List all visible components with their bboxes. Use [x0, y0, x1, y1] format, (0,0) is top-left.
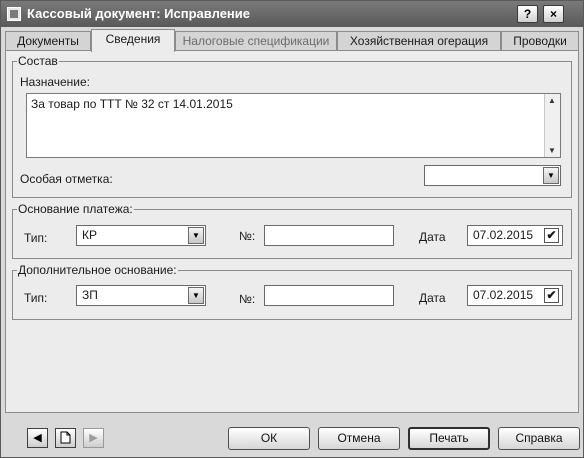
app-icon	[7, 7, 21, 21]
tab-entries[interactable]: Проводки	[501, 31, 579, 51]
payment-date-checkbox[interactable]: ✔	[544, 228, 559, 243]
purpose-textarea[interactable]: За товар по ТТТ № 32 ст 14.01.2015 ▲ ▼	[26, 93, 561, 158]
additional-number-input[interactable]	[264, 285, 394, 306]
footer-bar: ◀ ▶ ОК Отмена Печать Справка	[5, 414, 580, 455]
additional-date-label: Дата	[419, 291, 446, 305]
chevron-down-icon[interactable]: ▼	[188, 227, 204, 244]
close-button[interactable]: ×	[543, 5, 564, 23]
payment-date-input[interactable]: 07.02.2015 ✔	[467, 225, 563, 246]
tab-documents[interactable]: Документы	[5, 31, 91, 51]
additional-date-value: 07.02.2015	[473, 288, 534, 302]
title-bar[interactable]: Кассовый документ: Исправление ? ×	[1, 1, 583, 27]
help-button[interactable]: ?	[517, 5, 538, 23]
special-mark-label: Особая отметка:	[20, 172, 113, 186]
additional-date-input[interactable]: 07.02.2015 ✔	[467, 285, 563, 306]
payment-date-value: 07.02.2015	[473, 228, 534, 242]
tab-content-panel: Состав Назначение: За товар по ТТТ № 32 …	[5, 50, 579, 413]
additional-type-select[interactable]: ЗП ▼	[76, 285, 206, 306]
ok-button[interactable]: ОК	[228, 427, 310, 450]
purpose-scrollbar[interactable]: ▲ ▼	[544, 94, 560, 157]
tab-details[interactable]: Сведения	[91, 29, 175, 52]
payment-type-value: КР	[82, 228, 97, 242]
scroll-up-icon[interactable]: ▲	[548, 96, 556, 105]
purpose-text: За товар по ТТТ № 32 ст 14.01.2015	[31, 97, 233, 111]
forward-arrow-icon[interactable]: ▶	[83, 428, 104, 448]
additional-basis-legend: Дополнительное основание:	[18, 263, 177, 277]
payment-number-input[interactable]	[264, 225, 394, 246]
document-icon[interactable]	[55, 428, 76, 448]
composition-legend: Состав	[18, 54, 58, 68]
back-arrow-icon[interactable]: ◀	[27, 428, 48, 448]
additional-type-label: Тип:	[24, 291, 48, 305]
print-button[interactable]: Печать	[408, 427, 490, 450]
tab-business-operation[interactable]: Хозяйственная огерация	[337, 31, 501, 51]
help-footer-button[interactable]: Справка	[498, 427, 580, 450]
purpose-label: Назначение:	[20, 75, 91, 89]
additional-number-label: №:	[239, 292, 256, 306]
scroll-down-icon[interactable]: ▼	[548, 146, 556, 155]
cancel-button[interactable]: Отмена	[318, 427, 400, 450]
chevron-down-icon[interactable]: ▼	[543, 167, 559, 184]
tab-bar: Документы Сведения Налоговые спецификаци…	[5, 29, 579, 52]
payment-number-label: №:	[239, 229, 256, 243]
special-mark-select[interactable]: ▼	[424, 165, 561, 186]
additional-type-value: ЗП	[82, 288, 98, 302]
additional-date-checkbox[interactable]: ✔	[544, 288, 559, 303]
payment-type-select[interactable]: КР ▼	[76, 225, 206, 246]
payment-basis-legend: Основание платежа:	[18, 202, 133, 216]
chevron-down-icon[interactable]: ▼	[188, 287, 204, 304]
dialog-window: Кассовый документ: Исправление ? × Докум…	[0, 0, 584, 458]
payment-date-label: Дата	[419, 230, 446, 244]
tab-tax-specifications[interactable]: Налоговые спецификации	[175, 31, 337, 51]
payment-type-label: Тип:	[24, 231, 48, 245]
window-title: Кассовый документ: Исправление	[27, 6, 250, 21]
